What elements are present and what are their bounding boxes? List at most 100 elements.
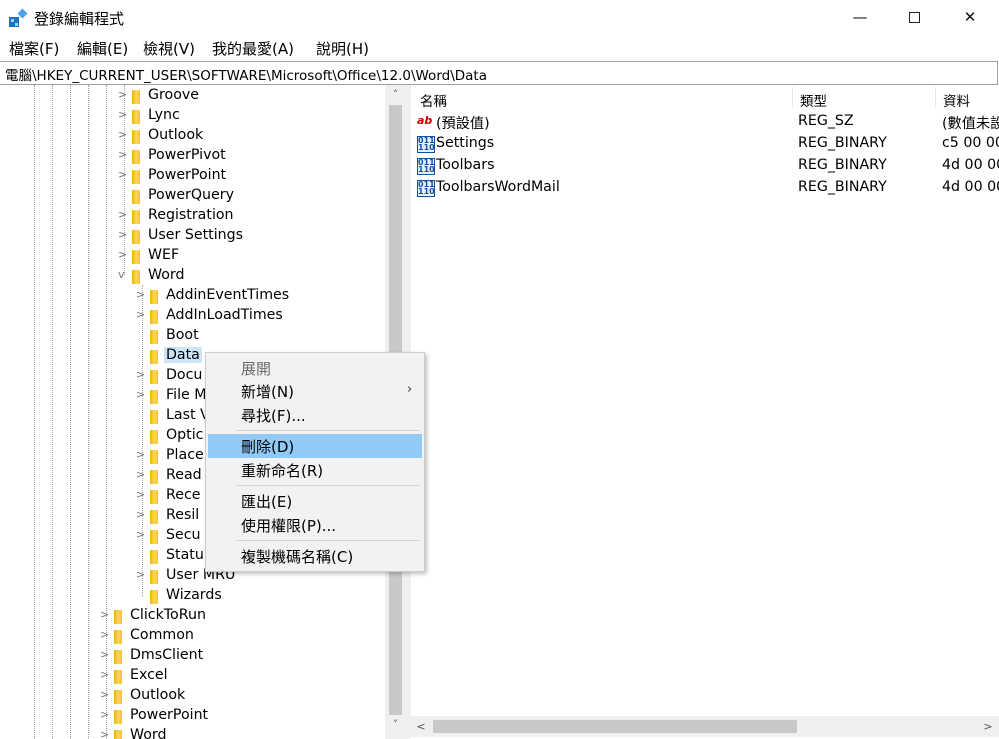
- registry-editor-window: 登錄編輯程式 — ✕ 檔案(F) 編輯(E) 檢視(V) 我的最愛(A) 說明(…: [0, 0, 999, 739]
- scroll-left-arrow-icon[interactable]: <: [411, 716, 431, 737]
- expander-chevron-icon[interactable]: >: [100, 688, 110, 701]
- folder-icon: [114, 630, 122, 644]
- minimize-button[interactable]: —: [837, 0, 883, 35]
- tree-node-label: Excel: [130, 667, 168, 683]
- expander-chevron-icon[interactable]: >: [118, 228, 128, 241]
- value-type: REG_BINARY: [798, 157, 887, 173]
- list-item[interactable]: 011 110 Settings REG_BINARY c5 00 00: [411, 133, 999, 155]
- expander-chevron-icon[interactable]: >: [136, 528, 146, 541]
- context-menu-find[interactable]: 尋找(F)...: [208, 403, 422, 427]
- menu-help[interactable]: 說明(H): [316, 38, 369, 59]
- scroll-right-arrow-icon[interactable]: >: [978, 716, 998, 737]
- folder-icon: [132, 90, 140, 104]
- expander-chevron-icon[interactable]: >: [136, 468, 146, 481]
- tree-node-label: Statu: [166, 547, 204, 563]
- expander-chevron-icon[interactable]: >: [118, 108, 128, 121]
- tree-node-label: Data: [164, 347, 202, 363]
- folder-icon: [150, 450, 158, 464]
- expander-chevron-icon[interactable]: >: [118, 128, 128, 141]
- folder-icon: [132, 210, 140, 224]
- expander-chevron-down-icon[interactable]: v: [118, 268, 128, 281]
- menu-item-label: 匯出(E): [241, 493, 293, 511]
- column-divider[interactable]: [935, 87, 936, 107]
- menu-edit[interactable]: 編輯(E): [77, 38, 128, 59]
- window-title: 登錄編輯程式: [34, 10, 125, 28]
- folder-icon: [150, 470, 158, 484]
- column-header-type[interactable]: 類型: [800, 90, 827, 110]
- column-header-data[interactable]: 資料: [943, 90, 970, 110]
- expander-chevron-icon[interactable]: >: [136, 488, 146, 501]
- folder-icon: [132, 150, 140, 164]
- scroll-up-arrow-icon[interactable]: ˄: [385, 85, 406, 105]
- context-menu-delete[interactable]: 刪除(D): [208, 434, 422, 458]
- folder-icon: [150, 430, 158, 444]
- values-list[interactable]: 名稱 類型 資料 ab (預設值) REG_SZ (數值未設 011 110 S…: [411, 85, 999, 739]
- expander-chevron-icon[interactable]: >: [100, 628, 110, 641]
- menu-favorites[interactable]: 我的最愛(A): [212, 38, 294, 59]
- expander-chevron-icon[interactable]: >: [100, 708, 110, 721]
- tree-guide-line: [88, 85, 89, 739]
- list-item[interactable]: 011 110 Toolbars REG_BINARY 4d 00 00: [411, 155, 999, 177]
- expander-chevron-icon[interactable]: >: [118, 168, 128, 181]
- list-item[interactable]: 011 110 ToolbarsWordMail REG_BINARY 4d 0…: [411, 177, 999, 199]
- folder-icon: [132, 190, 140, 204]
- expander-chevron-icon[interactable]: >: [136, 288, 146, 301]
- tree-node-label: Docu: [166, 367, 203, 383]
- menu-item-label: 尋找(F)...: [241, 407, 306, 425]
- title-bar[interactable]: 登錄編輯程式 — ✕: [0, 0, 999, 35]
- context-menu-copy-key-name[interactable]: 複製機碼名稱(C): [208, 544, 422, 568]
- expander-chevron-icon[interactable]: >: [136, 388, 146, 401]
- menu-item-label: 重新命名(R): [241, 462, 324, 480]
- folder-icon: [150, 390, 158, 404]
- expander-chevron-icon[interactable]: >: [136, 568, 146, 581]
- folder-icon: [150, 310, 158, 324]
- scrollbar-thumb[interactable]: [433, 720, 797, 733]
- maximize-button[interactable]: [891, 0, 937, 35]
- menu-bar: 檔案(F) 編輯(E) 檢視(V) 我的最愛(A) 說明(H): [0, 35, 999, 59]
- expander-chevron-icon[interactable]: >: [118, 248, 128, 261]
- maximize-icon: [908, 12, 920, 23]
- context-menu-new[interactable]: 新增(N) ›: [208, 379, 422, 403]
- close-button[interactable]: ✕: [947, 0, 993, 35]
- value-name: Toolbars: [436, 157, 495, 173]
- context-menu: 展開 新增(N) › 尋找(F)... 刪除(D) 重新命名(R) 匯出(E) …: [205, 352, 425, 572]
- tree-guide-line: [52, 85, 53, 739]
- scroll-down-arrow-icon[interactable]: ˅: [385, 715, 406, 735]
- folder-icon: [132, 110, 140, 124]
- tree-node-label: Word: [148, 267, 185, 283]
- context-menu-export[interactable]: 匯出(E): [208, 489, 422, 513]
- address-bar[interactable]: 電腦\HKEY_CURRENT_USER\SOFTWARE\Microsoft\…: [0, 61, 998, 85]
- value-type: REG_SZ: [798, 113, 854, 129]
- expander-chevron-icon[interactable]: >: [118, 148, 128, 161]
- value-name: ToolbarsWordMail: [436, 179, 560, 195]
- tree-node-label: User Settings: [148, 227, 244, 243]
- folder-icon: [150, 410, 158, 424]
- tree-node-label: File M: [166, 387, 207, 403]
- expander-chevron-icon[interactable]: >: [136, 308, 146, 321]
- expander-chevron-icon[interactable]: >: [100, 728, 110, 739]
- folder-icon: [150, 530, 158, 544]
- menu-file[interactable]: 檔案(F): [9, 38, 59, 59]
- expander-chevron-icon[interactable]: >: [118, 88, 128, 101]
- address-path: 電腦\HKEY_CURRENT_USER\SOFTWARE\Microsoft\…: [5, 68, 487, 84]
- expander-chevron-icon[interactable]: >: [100, 668, 110, 681]
- tree-node-label: Common: [130, 627, 194, 643]
- expander-chevron-icon[interactable]: >: [100, 648, 110, 661]
- binary-value-icon: 011 110: [417, 136, 435, 153]
- expander-chevron-icon[interactable]: >: [100, 608, 110, 621]
- column-divider[interactable]: [792, 87, 793, 107]
- expander-chevron-icon[interactable]: >: [118, 208, 128, 221]
- list-horizontal-scrollbar[interactable]: < >: [411, 716, 999, 737]
- expander-chevron-icon[interactable]: >: [136, 368, 146, 381]
- menu-view[interactable]: 檢視(V): [143, 38, 195, 59]
- value-data: 4d 00 00: [942, 179, 999, 195]
- context-menu-permissions[interactable]: 使用權限(P)...: [208, 513, 422, 537]
- list-item[interactable]: ab (預設值) REG_SZ (數值未設: [411, 111, 999, 133]
- expander-chevron-icon[interactable]: >: [136, 448, 146, 461]
- menu-item-label: 複製機碼名稱(C): [241, 548, 354, 566]
- column-header-name[interactable]: 名稱: [420, 90, 447, 110]
- submenu-arrow-icon: ›: [407, 382, 413, 397]
- expander-chevron-icon[interactable]: >: [136, 508, 146, 521]
- context-menu-rename[interactable]: 重新命名(R): [208, 458, 422, 482]
- binary-value-icon: 011 110: [417, 180, 435, 197]
